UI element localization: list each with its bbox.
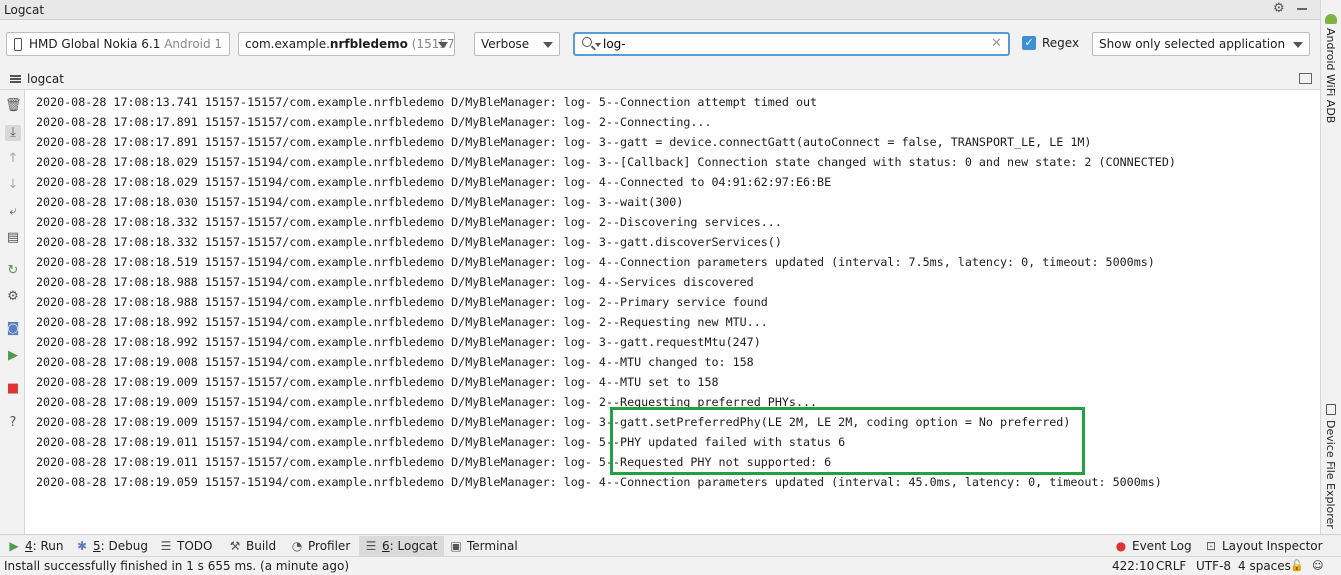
print-icon[interactable]: ▤ bbox=[5, 230, 21, 246]
regex-label[interactable]: Regex bbox=[1042, 36, 1079, 50]
phone-icon bbox=[14, 38, 22, 51]
title-bar: Logcat ⚙ bbox=[0, 0, 1341, 20]
log-line: 2020-08-28 17:08:19.011 15157-15194/com.… bbox=[36, 435, 846, 449]
restore-layout-icon[interactable] bbox=[1299, 73, 1312, 84]
minimize-icon[interactable] bbox=[1297, 8, 1307, 10]
log-line: 2020-08-28 17:08:19.059 15157-15194/com.… bbox=[36, 475, 1162, 489]
bug-icon: ✱ bbox=[76, 539, 88, 553]
scroll-to-end-icon[interactable]: ⤓ bbox=[5, 125, 21, 141]
log-level-dropdown[interactable]: Verbose bbox=[474, 32, 560, 56]
logcat-tab-bar: logcat bbox=[0, 68, 1320, 90]
line-separator[interactable]: CRLF bbox=[1156, 559, 1186, 573]
log-line: 2020-08-28 17:08:18.332 15157-15157/com.… bbox=[36, 235, 782, 249]
device-dropdown[interactable]: HMD Global Nokia 6.1 Android 1 bbox=[6, 32, 230, 56]
layout-inspector-icon: ⊡ bbox=[1205, 539, 1217, 553]
log-line: 2020-08-28 17:08:18.519 15157-15194/com.… bbox=[36, 255, 1155, 269]
status-bar: Install successfully finished in 1 s 655… bbox=[0, 556, 1341, 575]
layout-inspector-tool-button[interactable]: ⊡ Layout Inspector bbox=[1205, 539, 1323, 553]
package-prefix: com.example. bbox=[245, 37, 330, 51]
device-name: HMD Global Nokia 6.1 bbox=[29, 37, 161, 51]
status-message[interactable]: Install successfully finished in 1 s 655… bbox=[4, 559, 349, 573]
logcat-output[interactable]: 2020-08-28 17:08:13.741 15157-15157/com.… bbox=[25, 90, 1320, 534]
stop-icon[interactable]: ■ bbox=[5, 381, 21, 397]
logcat-tab-icon bbox=[10, 75, 21, 83]
terminal-icon: ▣ bbox=[450, 539, 462, 553]
logcat-toolbar: HMD Global Nokia 6.1 Android 1 com.examp… bbox=[0, 20, 1320, 68]
log-line: 2020-08-28 17:08:19.008 15157-15194/com.… bbox=[36, 355, 754, 369]
device-file-explorer-tab[interactable]: Device File Explorer bbox=[1324, 420, 1337, 529]
log-line: 2020-08-28 17:08:18.988 15157-15194/com.… bbox=[36, 295, 768, 309]
android-wifi-adb-tab[interactable]: Android WiFi ADB bbox=[1324, 28, 1337, 123]
tool-window-bar: ▶ 4: Run ✱ 5: Debug ☰ TODO ⚒ Build ◔ Profiler… bbox=[0, 534, 1341, 556]
right-tool-strip: Android WiFi ADB Device File Explorer bbox=[1320, 0, 1341, 534]
gauge-icon: ◔ bbox=[291, 539, 303, 553]
regex-checkbox[interactable]: ✓ bbox=[1022, 36, 1036, 50]
app-filter-dropdown[interactable]: Show only selected application bbox=[1092, 32, 1310, 56]
logcat-tool-button[interactable]: ☰ 6: Logcat bbox=[359, 536, 444, 556]
trash-icon[interactable]: 🗑 bbox=[5, 98, 22, 114]
process-pid: (15157) bbox=[411, 37, 455, 51]
process-dropdown[interactable]: com.example.nrfbledemo (15157) bbox=[238, 32, 455, 56]
log-line: 2020-08-28 17:08:19.009 15157-15157/com.… bbox=[36, 375, 719, 389]
device-icon bbox=[1326, 404, 1336, 415]
device-os: Android 1 bbox=[164, 37, 223, 51]
logcat-side-toolbar: 🗑 ⤓ ↑ ↓ ⤶ ▤ ↻ ⚙ ◙ ▶ ■ ? bbox=[0, 90, 25, 534]
todo-icon: ☰ bbox=[160, 539, 172, 553]
chevron-down-icon bbox=[543, 42, 553, 48]
search-history-icon[interactable] bbox=[595, 43, 601, 47]
settings-icon[interactable]: ⚙ bbox=[5, 289, 21, 305]
clear-icon[interactable]: ✕ bbox=[991, 36, 1002, 51]
log-line: 2020-08-28 17:08:19.009 15157-15194/com.… bbox=[36, 415, 1071, 429]
log-line: 2020-08-28 17:08:17.891 15157-15157/com.… bbox=[36, 135, 1092, 149]
restart-icon[interactable]: ↻ bbox=[5, 263, 21, 279]
hammer-icon: ⚒ bbox=[229, 539, 241, 553]
event-log-icon: ● bbox=[1115, 539, 1127, 553]
soft-wrap-icon[interactable]: ⤶ bbox=[5, 204, 21, 220]
down-arrow-icon[interactable]: ↓ bbox=[5, 177, 21, 193]
log-line: 2020-08-28 17:08:18.992 15157-15194/com.… bbox=[36, 335, 761, 349]
run-tool-button[interactable]: ▶ 4: Run bbox=[8, 539, 63, 553]
log-level-value: Verbose bbox=[481, 37, 530, 51]
screenshot-icon[interactable]: ◙ bbox=[5, 321, 21, 337]
search-field[interactable]: ✕ bbox=[573, 32, 1010, 56]
caret-position[interactable]: 422:10 bbox=[1112, 559, 1154, 573]
screen-record-icon[interactable]: ▶ bbox=[5, 348, 21, 364]
tab-logcat[interactable]: logcat bbox=[27, 72, 64, 86]
help-icon[interactable]: ? bbox=[5, 415, 21, 431]
indent-setting[interactable]: 4 spaces bbox=[1238, 559, 1291, 573]
build-tool-button[interactable]: ⚒ Build bbox=[229, 539, 277, 553]
android-icon bbox=[1325, 14, 1337, 24]
gear-icon[interactable]: ⚙ bbox=[1273, 1, 1285, 16]
search-input[interactable] bbox=[603, 36, 983, 52]
chevron-down-icon bbox=[1293, 42, 1303, 48]
window-title: Logcat bbox=[4, 3, 45, 17]
package-name: nrfbledemo bbox=[329, 37, 408, 51]
log-line: 2020-08-28 17:08:19.011 15157-15157/com.… bbox=[36, 455, 832, 469]
todo-tool-button[interactable]: ☰ TODO bbox=[160, 539, 213, 553]
chevron-down-icon bbox=[438, 42, 448, 48]
log-line: 2020-08-28 17:08:18.988 15157-15194/com.… bbox=[36, 275, 754, 289]
log-line: 2020-08-28 17:08:13.741 15157-15157/com.… bbox=[36, 95, 818, 109]
inspector-icon[interactable]: ☺ bbox=[1312, 559, 1323, 572]
log-line: 2020-08-28 17:08:17.891 15157-15157/com.… bbox=[36, 115, 712, 129]
log-line: 2020-08-28 17:08:18.029 15157-15194/com.… bbox=[36, 175, 832, 189]
up-arrow-icon[interactable]: ↑ bbox=[5, 151, 21, 167]
log-line: 2020-08-28 17:08:18.332 15157-15157/com.… bbox=[36, 215, 782, 229]
log-line: 2020-08-28 17:08:18.029 15157-15194/com.… bbox=[36, 155, 1176, 169]
log-line: 2020-08-28 17:08:19.009 15157-15194/com.… bbox=[36, 395, 818, 409]
log-line: 2020-08-28 17:08:18.030 15157-15194/com.… bbox=[36, 195, 684, 209]
app-filter-value: Show only selected application bbox=[1099, 37, 1286, 51]
event-log-tool-button[interactable]: ● Event Log bbox=[1115, 539, 1192, 553]
debug-tool-button[interactable]: ✱ 5: Debug bbox=[76, 539, 148, 553]
profiler-tool-button[interactable]: ◔ Profiler bbox=[291, 539, 351, 553]
run-icon: ▶ bbox=[9, 539, 19, 553]
log-line: 2020-08-28 17:08:18.992 15157-15194/com.… bbox=[36, 315, 768, 329]
lock-icon[interactable]: 🔓 bbox=[1290, 559, 1304, 572]
logcat-icon: ☰ bbox=[365, 539, 377, 553]
terminal-tool-button[interactable]: ▣ Terminal bbox=[450, 539, 517, 553]
file-encoding[interactable]: UTF-8 bbox=[1196, 559, 1231, 573]
search-icon[interactable] bbox=[582, 37, 592, 47]
